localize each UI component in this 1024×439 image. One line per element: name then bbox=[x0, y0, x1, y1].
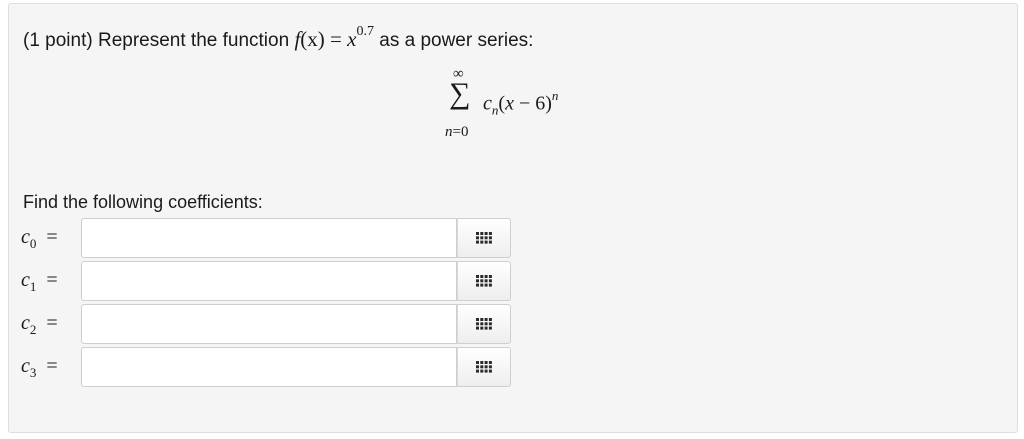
series-term: cn(x − 6)n bbox=[483, 88, 559, 119]
function-equals: = bbox=[324, 27, 348, 51]
coefficient-symbol: c bbox=[21, 355, 30, 377]
coefficient-row-c1: c1 = bbox=[9, 261, 1009, 303]
coefficient-index: 2 bbox=[29, 322, 37, 337]
coefficient-label: c1 = bbox=[21, 269, 58, 295]
function-variable: (x) bbox=[300, 27, 325, 51]
coefficient-index: 0 bbox=[29, 236, 37, 251]
coefficient-label: c3 = bbox=[21, 355, 58, 381]
answer-input-c2[interactable] bbox=[81, 304, 457, 344]
coefficient-index: 3 bbox=[29, 365, 37, 380]
term-variable: x bbox=[505, 92, 514, 115]
equation-palette-button[interactable] bbox=[457, 261, 511, 301]
grid-palette-icon bbox=[476, 275, 492, 287]
coefficient-label: c0 = bbox=[21, 226, 58, 252]
answer-input-c0[interactable] bbox=[81, 218, 457, 258]
coefficient-row-c0: c0 = bbox=[9, 218, 1009, 260]
coefficient-row-c3: c3 = bbox=[9, 347, 1009, 389]
term-center: − 6) bbox=[513, 92, 552, 115]
function-exponent: 0.7 bbox=[356, 24, 374, 39]
coefficient-equals: = bbox=[46, 312, 58, 334]
function-expression: f(x) = x0.7 bbox=[294, 24, 374, 51]
coefficient-symbol: c bbox=[21, 226, 30, 248]
sigma-symbol: ∑ bbox=[449, 77, 471, 110]
coefficient-row-c2: c2 = bbox=[9, 304, 1009, 346]
term-power: n bbox=[551, 88, 559, 103]
grid-palette-icon bbox=[476, 232, 492, 244]
grid-palette-icon bbox=[476, 361, 492, 373]
coefficient-index: 1 bbox=[29, 279, 37, 294]
coefficient-equals: = bbox=[46, 226, 58, 248]
coefficient-symbol: c bbox=[21, 312, 30, 334]
answer-input-c3[interactable] bbox=[81, 347, 457, 387]
question-prefix: (1 point) Represent the function bbox=[23, 30, 290, 51]
problem-panel: (1 point) Represent the function f(x) = … bbox=[8, 3, 1018, 433]
sum-index-start: =0 bbox=[452, 124, 469, 140]
power-series-formula: ∞ ∑ n=0 cn(x − 6)n bbox=[439, 66, 609, 146]
question-suffix: as a power series: bbox=[379, 30, 534, 51]
term-coefficient: c bbox=[483, 92, 492, 115]
coefficient-equals: = bbox=[46, 355, 58, 377]
equation-palette-button[interactable] bbox=[457, 218, 511, 258]
question-text: (1 point) Represent the function f(x) = … bbox=[23, 23, 533, 53]
find-coefficients-label: Find the following coefficients: bbox=[23, 192, 263, 212]
sum-index-var: n bbox=[445, 124, 453, 140]
coefficient-equals: = bbox=[46, 269, 58, 291]
coefficient-symbol: c bbox=[21, 269, 30, 291]
coefficient-label: c2 = bbox=[21, 312, 58, 338]
equation-palette-button[interactable] bbox=[457, 304, 511, 344]
sum-lower-limit: n=0 bbox=[445, 124, 468, 141]
equation-palette-button[interactable] bbox=[457, 347, 511, 387]
grid-palette-icon bbox=[476, 318, 492, 330]
answer-input-c1[interactable] bbox=[81, 261, 457, 301]
